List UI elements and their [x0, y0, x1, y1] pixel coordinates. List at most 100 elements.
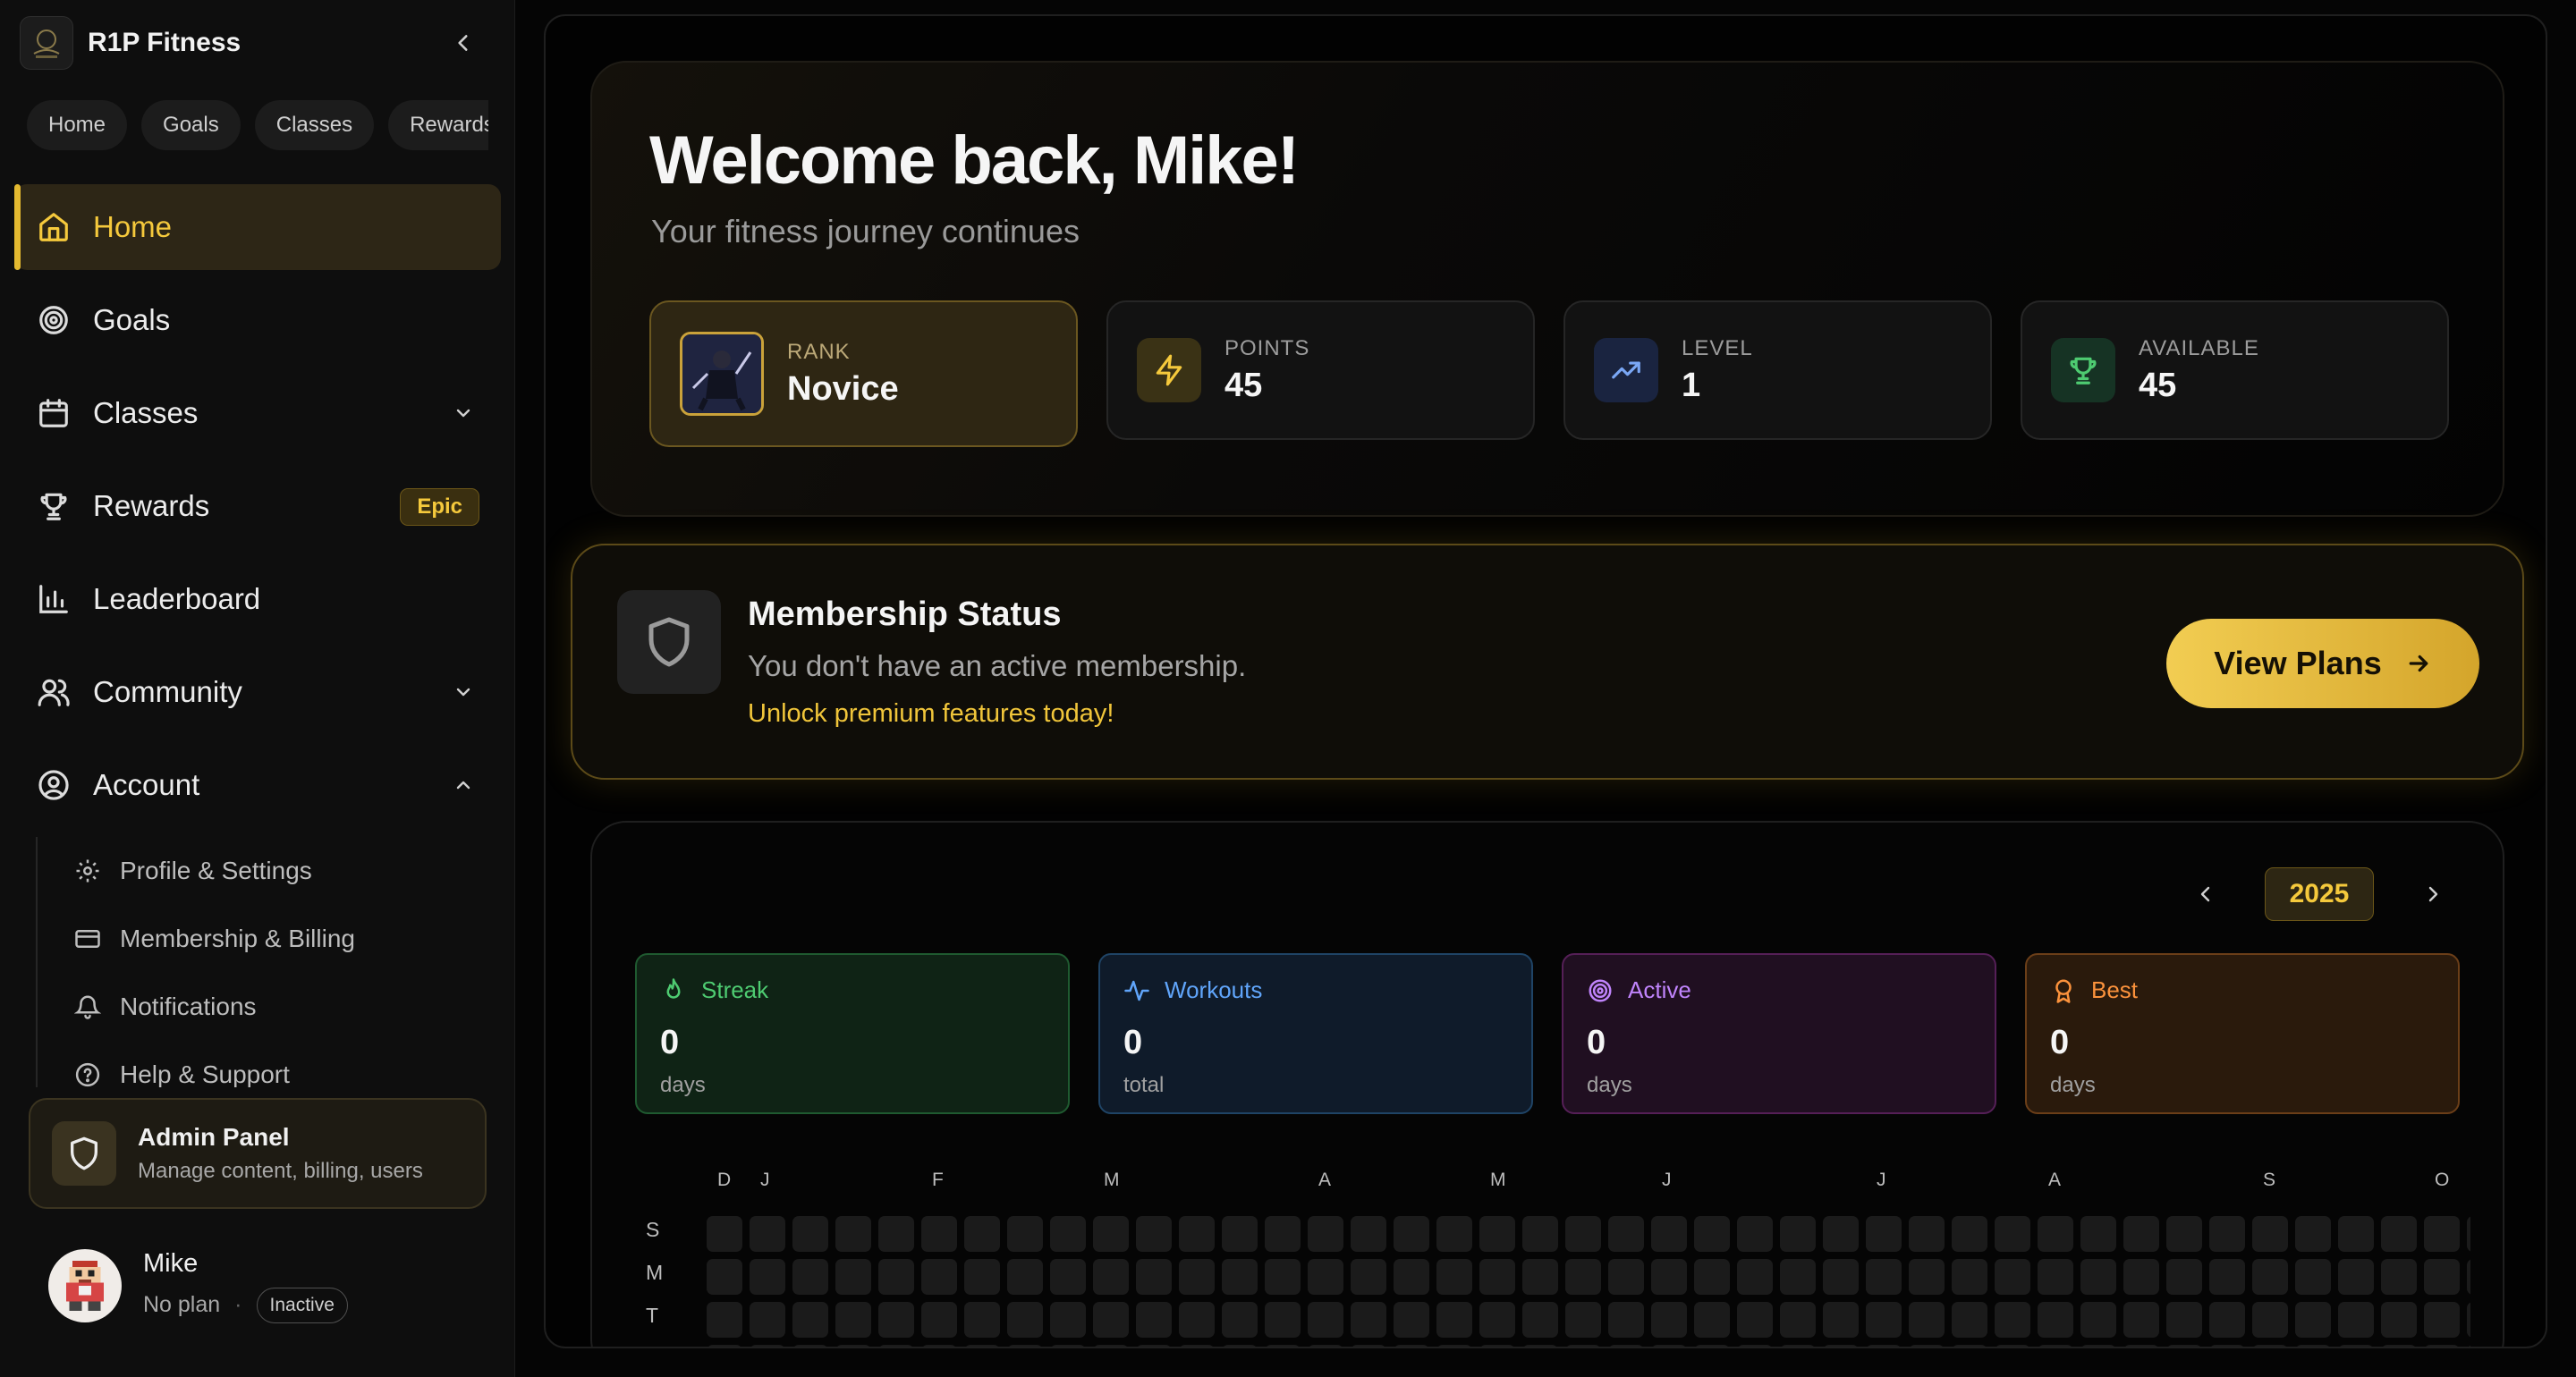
- heatmap-day-cell[interactable]: [2295, 1259, 2331, 1295]
- heatmap-day-cell[interactable]: [1308, 1345, 1343, 1347]
- heatmap-day-cell[interactable]: [2338, 1216, 2374, 1252]
- heatmap-day-cell[interactable]: [1351, 1345, 1386, 1347]
- heatmap-day-cell[interactable]: [2038, 1345, 2073, 1347]
- heatmap-day-cell[interactable]: [1308, 1302, 1343, 1338]
- heatmap-day-cell[interactable]: [1093, 1216, 1129, 1252]
- heatmap-day-cell[interactable]: [835, 1302, 871, 1338]
- heatmap-day-cell[interactable]: [2381, 1302, 2417, 1338]
- heatmap-day-cell[interactable]: [2338, 1259, 2374, 1295]
- sidebar-item-rewards[interactable]: Rewards Epic: [14, 463, 501, 549]
- heatmap-day-cell[interactable]: [1608, 1302, 1644, 1338]
- level-card[interactable]: LEVEL 1: [1563, 300, 1992, 440]
- heatmap-day-cell[interactable]: [2166, 1302, 2202, 1338]
- heatmap-day-cell[interactable]: [1565, 1216, 1601, 1252]
- heatmap-day-cell[interactable]: [878, 1302, 914, 1338]
- heatmap-day-cell[interactable]: [921, 1259, 957, 1295]
- heatmap-day-cell[interactable]: [1522, 1216, 1558, 1252]
- heatmap-day-cell[interactable]: [2166, 1259, 2202, 1295]
- heatmap-day-cell[interactable]: [1394, 1259, 1429, 1295]
- heatmap-day-cell[interactable]: [2080, 1259, 2116, 1295]
- heatmap-day-cell[interactable]: [1007, 1345, 1043, 1347]
- heatmap-day-cell[interactable]: [1909, 1259, 1945, 1295]
- heatmap-day-cell[interactable]: [1823, 1259, 1859, 1295]
- heatmap-day-cell[interactable]: [2338, 1345, 2374, 1347]
- heatmap-day-cell[interactable]: [1909, 1302, 1945, 1338]
- heatmap-day-cell[interactable]: [2209, 1216, 2245, 1252]
- heatmap-day-cell[interactable]: [1995, 1302, 2030, 1338]
- heatmap-day-cell[interactable]: [1866, 1216, 1902, 1252]
- heatmap-day-cell[interactable]: [1565, 1345, 1601, 1347]
- heatmap-day-cell[interactable]: [1394, 1345, 1429, 1347]
- heatmap-day-cell[interactable]: [1308, 1259, 1343, 1295]
- heatmap-day-cell[interactable]: [1265, 1216, 1301, 1252]
- heatmap-day-cell[interactable]: [1737, 1345, 1773, 1347]
- heatmap-day-cell[interactable]: [1780, 1216, 1816, 1252]
- heatmap-day-cell[interactable]: [1608, 1216, 1644, 1252]
- available-card[interactable]: AVAILABLE 45: [2021, 300, 2449, 440]
- heatmap-day-cell[interactable]: [792, 1216, 828, 1252]
- heatmap-day-cell[interactable]: [1265, 1302, 1301, 1338]
- heatmap-day-cell[interactable]: [2123, 1302, 2159, 1338]
- heatmap-day-cell[interactable]: [707, 1259, 742, 1295]
- heatmap-day-cell[interactable]: [2424, 1302, 2460, 1338]
- heatmap-day-cell[interactable]: [1522, 1259, 1558, 1295]
- heatmap-day-cell[interactable]: [1050, 1345, 1086, 1347]
- heatmap-day-cell[interactable]: [878, 1216, 914, 1252]
- heatmap-day-cell[interactable]: [1866, 1259, 1902, 1295]
- heatmap-day-cell[interactable]: [707, 1345, 742, 1347]
- points-card[interactable]: POINTS 45: [1106, 300, 1535, 440]
- heatmap-day-cell[interactable]: [1522, 1302, 1558, 1338]
- heatmap-day-cell[interactable]: [835, 1345, 871, 1347]
- heatmap-day-cell[interactable]: [1866, 1302, 1902, 1338]
- heatmap-day-cell[interactable]: [1479, 1302, 1515, 1338]
- heatmap-day-cell[interactable]: [2467, 1259, 2470, 1295]
- heatmap-day-cell[interactable]: [1780, 1302, 1816, 1338]
- heatmap-day-cell[interactable]: [964, 1216, 1000, 1252]
- heatmap-day-cell[interactable]: [2424, 1345, 2460, 1347]
- heatmap-day-cell[interactable]: [1651, 1216, 1687, 1252]
- heatmap-day-cell[interactable]: [2123, 1216, 2159, 1252]
- heatmap-day-cell[interactable]: [964, 1302, 1000, 1338]
- heatmap-day-cell[interactable]: [1136, 1302, 1172, 1338]
- avatar[interactable]: [48, 1249, 122, 1322]
- heatmap-day-cell[interactable]: [1737, 1259, 1773, 1295]
- heatmap-day-cell[interactable]: [1050, 1302, 1086, 1338]
- user-profile[interactable]: Mike No plan · Inactive: [48, 1248, 487, 1323]
- heatmap-day-cell[interactable]: [1179, 1345, 1215, 1347]
- heatmap-day-cell[interactable]: [792, 1259, 828, 1295]
- sidebar-item-account[interactable]: Account: [14, 742, 501, 828]
- quick-link-classes[interactable]: Classes: [254, 100, 375, 150]
- chevron-down-icon[interactable]: [447, 397, 479, 429]
- heatmap-day-cell[interactable]: [1436, 1216, 1472, 1252]
- current-year[interactable]: 2025: [2265, 867, 2374, 921]
- heatmap-day-cell[interactable]: [1694, 1259, 1730, 1295]
- heatmap-day-cell[interactable]: [1608, 1259, 1644, 1295]
- heatmap-day-cell[interactable]: [792, 1302, 828, 1338]
- heatmap-day-cell[interactable]: [750, 1345, 785, 1347]
- heatmap-day-cell[interactable]: [1565, 1302, 1601, 1338]
- heatmap-day-cell[interactable]: [1608, 1345, 1644, 1347]
- heatmap-day-cell[interactable]: [2166, 1216, 2202, 1252]
- heatmap-day-cell[interactable]: [964, 1345, 1000, 1347]
- heatmap-day-cell[interactable]: [1222, 1259, 1258, 1295]
- heatmap-day-cell[interactable]: [1136, 1216, 1172, 1252]
- heatmap-day-cell[interactable]: [1823, 1345, 1859, 1347]
- heatmap-day-cell[interactable]: [707, 1302, 742, 1338]
- heatmap-day-cell[interactable]: [2252, 1216, 2288, 1252]
- heatmap-day-cell[interactable]: [1522, 1345, 1558, 1347]
- heatmap-day-cell[interactable]: [1179, 1216, 1215, 1252]
- submenu-item-profile-settings[interactable]: Profile & Settings: [38, 837, 483, 905]
- heatmap-day-cell[interactable]: [921, 1345, 957, 1347]
- heatmap-day-cell[interactable]: [1179, 1259, 1215, 1295]
- heatmap-day-cell[interactable]: [1093, 1345, 1129, 1347]
- heatmap-day-cell[interactable]: [2424, 1216, 2460, 1252]
- chevron-up-icon[interactable]: [447, 769, 479, 801]
- heatmap-day-cell[interactable]: [835, 1216, 871, 1252]
- sidebar-item-leaderboard[interactable]: Leaderboard: [14, 556, 501, 642]
- heatmap-day-cell[interactable]: [2080, 1345, 2116, 1347]
- heatmap-day-cell[interactable]: [1995, 1216, 2030, 1252]
- heatmap-day-cell[interactable]: [1222, 1216, 1258, 1252]
- heatmap-day-cell[interactable]: [2381, 1345, 2417, 1347]
- heatmap-day-cell[interactable]: [2295, 1345, 2331, 1347]
- heatmap-day-cell[interactable]: [1308, 1216, 1343, 1252]
